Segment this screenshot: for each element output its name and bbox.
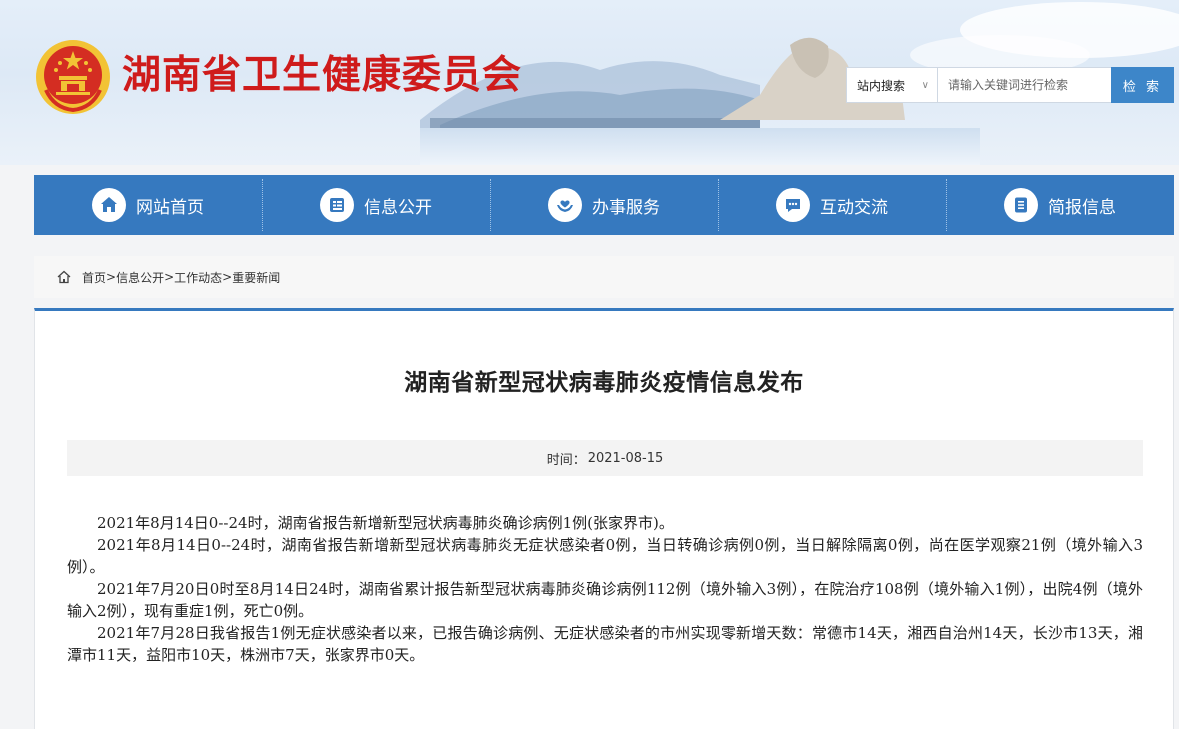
breadcrumb-link-info-disclosure[interactable]: 信息公开: [116, 269, 164, 286]
article-paragraph: 2021年7月20日0时至8月14日24时，湖南省累计报告新型冠状病毒肺炎确诊病…: [67, 580, 1143, 620]
home-icon: [57, 270, 71, 284]
breadcrumb-separator: >: [222, 270, 233, 284]
article-paragraph: 2021年7月28日我省报告1例无症状感染者以来，已报告确诊病例、无症状感染者的…: [67, 624, 1143, 664]
national-emblem-icon: [36, 40, 110, 114]
search-input[interactable]: [937, 67, 1111, 103]
breadcrumb-link-work-news[interactable]: 工作动态: [174, 269, 222, 286]
breadcrumb-separator: >: [164, 270, 175, 284]
publish-time-label: 时间：: [546, 452, 586, 468]
article-paragraph: 2021年8月14日0--24时，湖南省报告新增新型冠状病毒肺炎无症状感染者0例…: [67, 536, 1143, 576]
article-paragraph: 2021年8月14日0--24时，湖南省报告新增新型冠状病毒肺炎确诊病例1例(张…: [97, 514, 674, 532]
report-icon: [1004, 188, 1038, 222]
nav-item-info-disclosure[interactable]: 信息公开: [262, 175, 490, 235]
article-meta: 时间： 2021-08-15: [67, 440, 1143, 476]
article-content: 2021年8月14日0--24时，湖南省报告新增新型冠状病毒肺炎确诊病例1例(张…: [67, 512, 1143, 666]
nav-item-label: 信息公开: [364, 197, 432, 218]
article-title: 湖南省新型冠状病毒肺炎疫情信息发布: [404, 370, 804, 396]
nav-item-label: 办事服务: [592, 197, 660, 218]
nav-item-interaction[interactable]: 互动交流: [718, 175, 946, 235]
search-scope-dropdown[interactable]: 站内搜索 ∨: [846, 67, 937, 103]
chevron-down-icon: ∨: [921, 79, 929, 91]
breadcrumb: 首页 > 信息公开 > 工作动态 > 重要新闻: [34, 256, 1174, 298]
search-scope-label: 站内搜索: [857, 78, 906, 93]
nav-item-briefings[interactable]: 简报信息: [946, 175, 1174, 235]
search-button[interactable]: 检 索: [1111, 67, 1174, 103]
nav-item-label: 简报信息: [1048, 197, 1116, 218]
chat-bubble-icon: [776, 188, 810, 222]
home-icon: [92, 188, 126, 222]
breadcrumb-link-important-news[interactable]: 重要新闻: [232, 269, 280, 286]
nav-item-home[interactable]: 网站首页: [34, 175, 262, 235]
search-bar: 站内搜索 ∨ 检 索: [846, 67, 1174, 103]
site-header: 湖南省卫生健康委员会 站内搜索 ∨ 检 索: [0, 0, 1179, 165]
breadcrumb-link-home[interactable]: 首页: [82, 269, 106, 286]
article-panel: 湖南省新型冠状病毒肺炎疫情信息发布 时间： 2021-08-15 2021年8月…: [34, 308, 1174, 729]
breadcrumb-separator: >: [106, 270, 117, 284]
nav-item-services[interactable]: 办事服务: [490, 175, 718, 235]
hands-heart-icon: [548, 188, 582, 222]
nav-item-label: 互动交流: [820, 197, 888, 218]
site-title[interactable]: 湖南省卫生健康委员会: [122, 52, 522, 100]
nav-item-label: 网站首页: [136, 197, 204, 218]
publish-date: 2021-08-15: [587, 450, 664, 466]
document-list-icon: [320, 188, 354, 222]
main-nav: 网站首页 信息公开 办事服务 互动交流 简报信息: [34, 175, 1174, 235]
